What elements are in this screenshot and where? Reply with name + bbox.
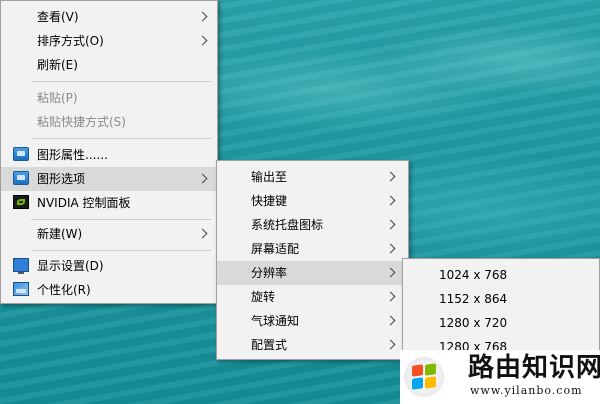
menu-separator bbox=[31, 250, 211, 251]
chevron-right-icon bbox=[197, 11, 208, 22]
chevron-right-icon bbox=[385, 219, 396, 230]
graphics-options-submenu: 输出至 快捷键 系统托盘图标 屏幕适配 分辨率 旋转 气球通知 配置式 bbox=[216, 160, 409, 360]
watermark-brand-text: 路由知识网 bbox=[468, 353, 600, 383]
intel-graphics-icon bbox=[13, 171, 29, 185]
menu-item-view[interactable]: 查看(V) bbox=[1, 5, 217, 29]
menu-item-personalize-label: 个性化(R) bbox=[37, 283, 91, 297]
submenu-item-panel-fit[interactable]: 屏幕适配 bbox=[217, 237, 408, 261]
menu-separator bbox=[31, 81, 211, 82]
personalize-icon bbox=[13, 282, 29, 296]
menu-item-sort-label: 排序方式(O) bbox=[37, 34, 104, 48]
desktop-context-menu: 查看(V) 排序方式(O) 刷新(E) 粘贴(P) 粘贴快捷方式(S) 图形属性… bbox=[0, 0, 218, 304]
menu-item-refresh[interactable]: 刷新(E) bbox=[1, 53, 217, 77]
chevron-right-icon bbox=[385, 171, 396, 182]
submenu-item-resolution-label: 分辨率 bbox=[251, 266, 288, 280]
submenu-item-resolution[interactable]: 分辨率 bbox=[217, 261, 408, 285]
resolution-option-label: 1280 x 720 bbox=[439, 316, 508, 330]
chevron-right-icon bbox=[385, 291, 396, 302]
chevron-right-icon bbox=[385, 267, 396, 278]
menu-item-nvidia-control-panel[interactable]: NVIDIA 控制面板 bbox=[1, 191, 217, 215]
nvidia-icon bbox=[13, 195, 29, 209]
chevron-right-icon bbox=[197, 228, 208, 239]
menu-item-sort-by[interactable]: 排序方式(O) bbox=[1, 29, 217, 53]
chevron-right-icon bbox=[385, 195, 396, 206]
menu-separator bbox=[31, 219, 211, 220]
menu-item-new[interactable]: 新建(W) bbox=[1, 222, 217, 246]
menu-item-graphics-properties-label: 图形属性...... bbox=[37, 148, 108, 162]
menu-item-new-label: 新建(W) bbox=[37, 227, 83, 241]
menu-item-display-settings-label: 显示设置(D) bbox=[37, 259, 104, 273]
menu-item-paste-label: 粘贴(P) bbox=[37, 91, 78, 105]
submenu-item-output-to[interactable]: 输出至 bbox=[217, 165, 408, 189]
menu-item-display-settings[interactable]: 显示设置(D) bbox=[1, 254, 217, 278]
windows-logo-icon bbox=[404, 357, 444, 397]
submenu-item-panel-fit-label: 屏幕适配 bbox=[251, 242, 300, 256]
menu-item-graphics-options-label: 图形选项 bbox=[37, 172, 86, 186]
chevron-right-icon bbox=[385, 243, 396, 254]
intel-graphics-icon bbox=[13, 147, 29, 161]
resolution-option[interactable]: 1280 x 720 bbox=[403, 311, 599, 335]
menu-item-paste[interactable]: 粘贴(P) bbox=[1, 86, 217, 110]
submenu-item-tray-icon-label: 系统托盘图标 bbox=[251, 218, 324, 232]
menu-item-nvidia-label: NVIDIA 控制面板 bbox=[37, 196, 131, 210]
submenu-item-hotkeys-label: 快捷键 bbox=[251, 194, 288, 208]
display-settings-icon bbox=[13, 258, 29, 274]
menu-separator bbox=[31, 138, 211, 139]
chevron-right-icon bbox=[385, 315, 396, 326]
menu-item-graphics-properties[interactable]: 图形属性...... bbox=[1, 143, 217, 167]
menu-item-view-label: 查看(V) bbox=[37, 10, 79, 24]
menu-item-paste-shortcut-label: 粘贴快捷方式(S) bbox=[37, 115, 126, 129]
menu-item-personalize[interactable]: 个性化(R) bbox=[1, 278, 217, 302]
submenu-item-balloon-notifications[interactable]: 气球通知 bbox=[217, 309, 408, 333]
menu-item-paste-shortcut[interactable]: 粘贴快捷方式(S) bbox=[1, 110, 217, 134]
submenu-item-profiles[interactable]: 配置式 bbox=[217, 333, 408, 357]
resolution-option-label: 1024 x 768 bbox=[439, 268, 508, 282]
menu-item-graphics-options[interactable]: 图形选项 bbox=[1, 167, 217, 191]
watermark-logo: 路由知识网 www.yilanbo.com bbox=[400, 350, 600, 404]
submenu-item-rotation-label: 旋转 bbox=[251, 290, 276, 304]
resolution-option[interactable]: 1024 x 768 bbox=[403, 263, 599, 287]
submenu-item-balloon-label: 气球通知 bbox=[251, 314, 300, 328]
chevron-right-icon bbox=[385, 339, 396, 350]
resolution-option[interactable]: 1152 x 864 bbox=[403, 287, 599, 311]
submenu-item-tray-icon[interactable]: 系统托盘图标 bbox=[217, 213, 408, 237]
submenu-item-output-to-label: 输出至 bbox=[251, 170, 288, 184]
resolution-option-label: 1152 x 864 bbox=[439, 292, 508, 306]
submenu-item-rotation[interactable]: 旋转 bbox=[217, 285, 408, 309]
submenu-item-hotkeys[interactable]: 快捷键 bbox=[217, 189, 408, 213]
menu-item-refresh-label: 刷新(E) bbox=[37, 58, 78, 72]
chevron-right-icon bbox=[197, 173, 208, 184]
chevron-right-icon bbox=[197, 35, 208, 46]
submenu-item-profiles-label: 配置式 bbox=[251, 338, 288, 352]
watermark-url-text: www.yilanbo.com bbox=[470, 384, 583, 397]
